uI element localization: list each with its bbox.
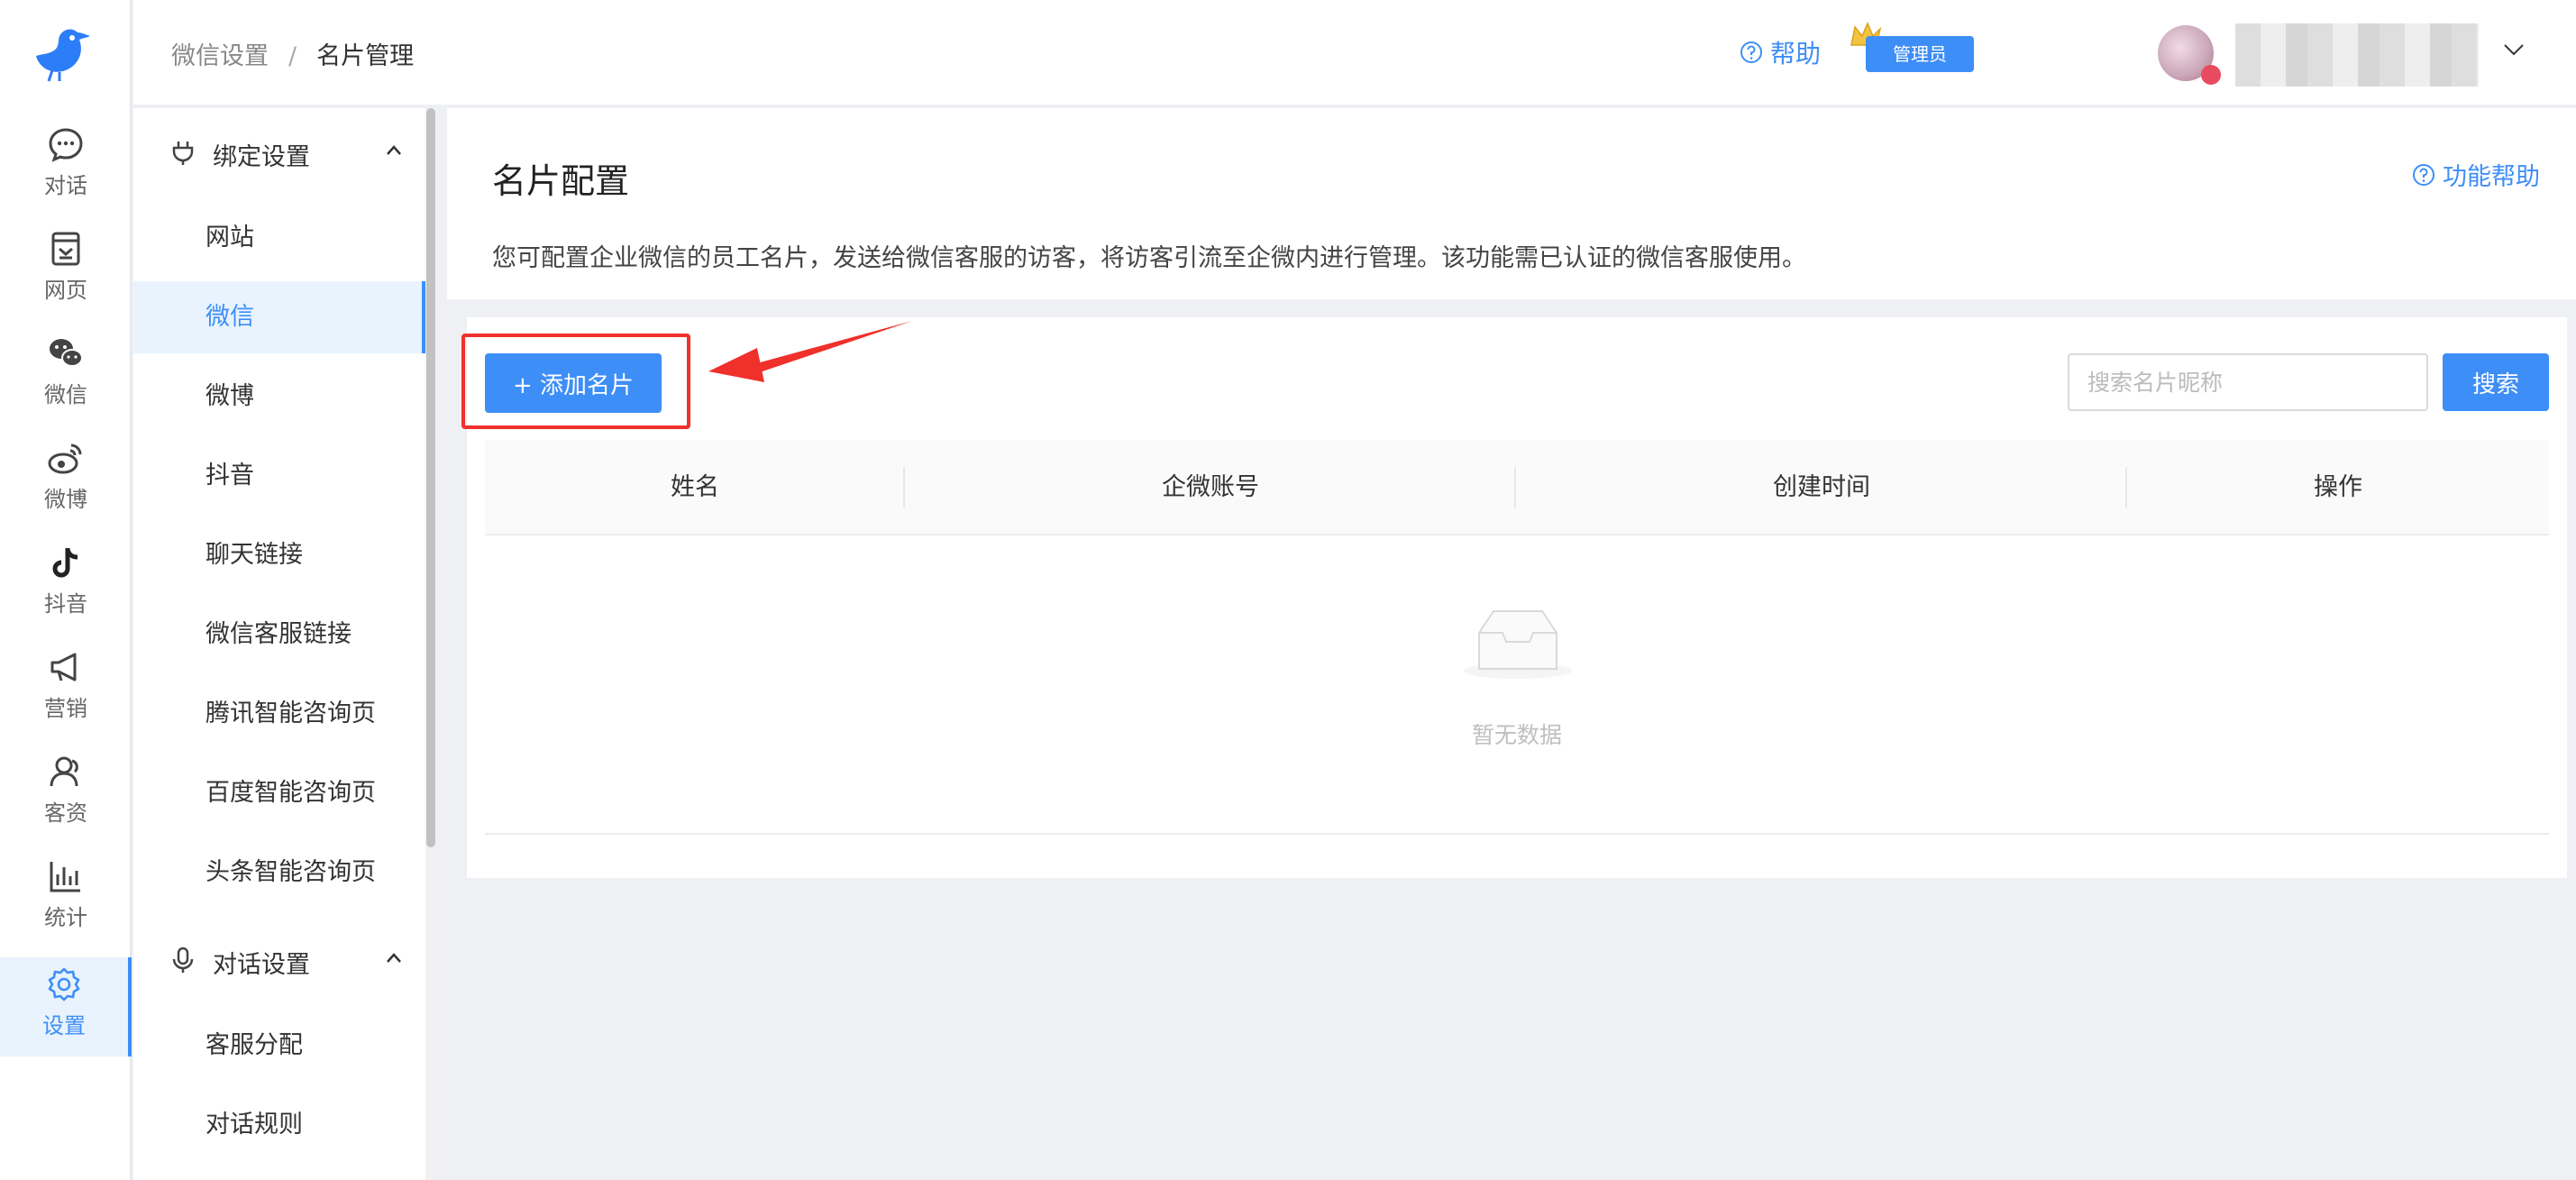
add-card-button[interactable]: + 添加名片 xyxy=(485,353,662,413)
empty-text: 暂无数据 xyxy=(1471,722,1562,748)
table-header: 姓名 企微账号 创建时间 操作 xyxy=(485,440,2549,535)
rail-label: 网页 xyxy=(44,278,87,303)
menu-group-binding[interactable]: 绑定设置 xyxy=(133,115,425,188)
submenu-scrollbar[interactable] xyxy=(425,108,436,1180)
status-dot xyxy=(2201,65,2221,85)
rail-label: 微博 xyxy=(44,487,87,512)
submenu-item-toutiao-page[interactable]: 头条智能咨询页 xyxy=(133,837,425,909)
help-link[interactable]: 帮助 xyxy=(1740,34,1821,70)
icon-rail: 对话 网页 微信 微博 抖音 营销 客资 统计 设置 xyxy=(0,0,132,1180)
rail-label: 客资 xyxy=(44,800,87,826)
scrollbar-thumb[interactable] xyxy=(426,108,435,847)
username-redacted[interactable] xyxy=(2235,23,2479,87)
column-header-name: 姓名 xyxy=(485,440,905,535)
rail-item-settings[interactable]: 设置 xyxy=(0,957,132,1057)
menu-group-dialog[interactable]: 对话设置 xyxy=(133,923,425,995)
question-circle-icon xyxy=(1740,41,1762,63)
rail-label: 抖音 xyxy=(44,591,87,617)
rail-label: 营销 xyxy=(44,696,87,721)
wechat-icon xyxy=(50,339,83,367)
megaphone-icon xyxy=(50,653,77,681)
chat-icon xyxy=(49,128,83,162)
card-list-panel: + 添加名片 搜索 姓名 企微账号 创建时间 操作 暂无数据 xyxy=(461,317,2567,878)
help-label: 帮助 xyxy=(1770,39,1822,69)
empty-inbox-icon xyxy=(1464,610,1572,679)
rail-label: 统计 xyxy=(44,905,87,930)
breadcrumb: 微信设置 / 名片管理 xyxy=(171,36,414,71)
chevron-down-icon[interactable] xyxy=(2500,36,2527,63)
rail-label: 设置 xyxy=(42,1013,86,1038)
main-content: 名片配置 功能帮助 您可配置企业微信的员工名片，发送给微信客服的访客，将访客引流… xyxy=(447,108,2576,1180)
stats-icon xyxy=(50,862,80,892)
customer-icon xyxy=(50,756,78,787)
breadcrumb-current: 名片管理 xyxy=(316,42,415,70)
settings-submenu: 绑定设置 网站 微信 微博 抖音 聊天链接 微信客服链接 腾讯智能咨询页 百度智… xyxy=(133,108,436,1180)
submenu-item-douyin[interactable]: 抖音 xyxy=(133,440,425,512)
rail-label: 对话 xyxy=(44,173,87,198)
weibo-icon xyxy=(48,444,82,474)
question-circle-icon xyxy=(2413,163,2434,186)
submenu-item-tencent-page[interactable]: 腾讯智能咨询页 xyxy=(133,678,425,750)
table-empty-state: 暂无数据 xyxy=(485,537,2549,835)
rail-item-chat[interactable]: 对话 xyxy=(0,126,132,225)
search-button[interactable]: 搜索 xyxy=(2443,353,2549,411)
rail-item-marketing[interactable]: 营销 xyxy=(0,649,132,748)
page-description: 您可配置企业微信的员工名片，发送给微信客服的访客，将访客引流至企微内进行管理。该… xyxy=(492,244,1806,272)
rail-item-customer[interactable]: 客资 xyxy=(0,754,132,853)
douyin-icon xyxy=(52,548,78,578)
submenu-item-agent-allocation[interactable]: 客服分配 xyxy=(133,1010,425,1082)
rail-label: 微信 xyxy=(44,382,87,407)
rail-item-stats[interactable]: 统计 xyxy=(0,858,132,957)
webpage-icon xyxy=(51,232,80,266)
column-header-created-time: 创建时间 xyxy=(1516,440,2127,535)
bird-logo-icon[interactable] xyxy=(27,18,92,83)
submenu-item-baidu-page[interactable]: 百度智能咨询页 xyxy=(133,757,425,829)
submenu-item-chat-link[interactable]: 聊天链接 xyxy=(133,519,425,591)
submenu-item-wechat[interactable]: 微信 xyxy=(133,281,425,353)
microphone-icon xyxy=(172,947,194,973)
rail-item-douyin[interactable]: 抖音 xyxy=(0,544,132,644)
page-header-card: 名片配置 功能帮助 您可配置企业微信的员工名片，发送给微信客服的访客，将访客引流… xyxy=(447,108,2576,299)
chevron-up-icon xyxy=(387,145,401,155)
rail-item-webpage[interactable]: 网页 xyxy=(0,231,132,330)
function-help-link[interactable]: 功能帮助 xyxy=(2412,157,2540,192)
role-badge: 管理员 xyxy=(1866,36,1974,72)
column-header-actions: 操作 xyxy=(2314,473,2362,501)
gear-icon xyxy=(48,967,80,1002)
search-card-nickname-input[interactable] xyxy=(2068,353,2428,411)
breadcrumb-item[interactable]: 微信设置 xyxy=(171,42,269,70)
chevron-up-icon xyxy=(387,953,401,963)
rail-item-wechat[interactable]: 微信 xyxy=(0,335,132,434)
breadcrumb-separator: / xyxy=(288,42,297,70)
rail-item-weibo[interactable]: 微博 xyxy=(0,440,132,539)
submenu-item-wechat-service-link[interactable]: 微信客服链接 xyxy=(133,599,425,671)
menu-group-title: 绑定设置 xyxy=(213,143,310,171)
submenu-item-dialog-rules[interactable]: 对话规则 xyxy=(133,1089,425,1161)
menu-group-title: 对话设置 xyxy=(213,951,310,979)
submenu-item-website[interactable]: 网站 xyxy=(133,202,425,274)
plug-icon xyxy=(172,142,194,165)
column-header-wecom-account: 企微账号 xyxy=(905,440,1516,535)
annotation-arrow-icon xyxy=(708,321,912,382)
page-title: 名片配置 xyxy=(492,161,630,201)
submenu-item-weibo[interactable]: 微博 xyxy=(133,361,425,433)
function-help-label: 功能帮助 xyxy=(2443,163,2540,191)
